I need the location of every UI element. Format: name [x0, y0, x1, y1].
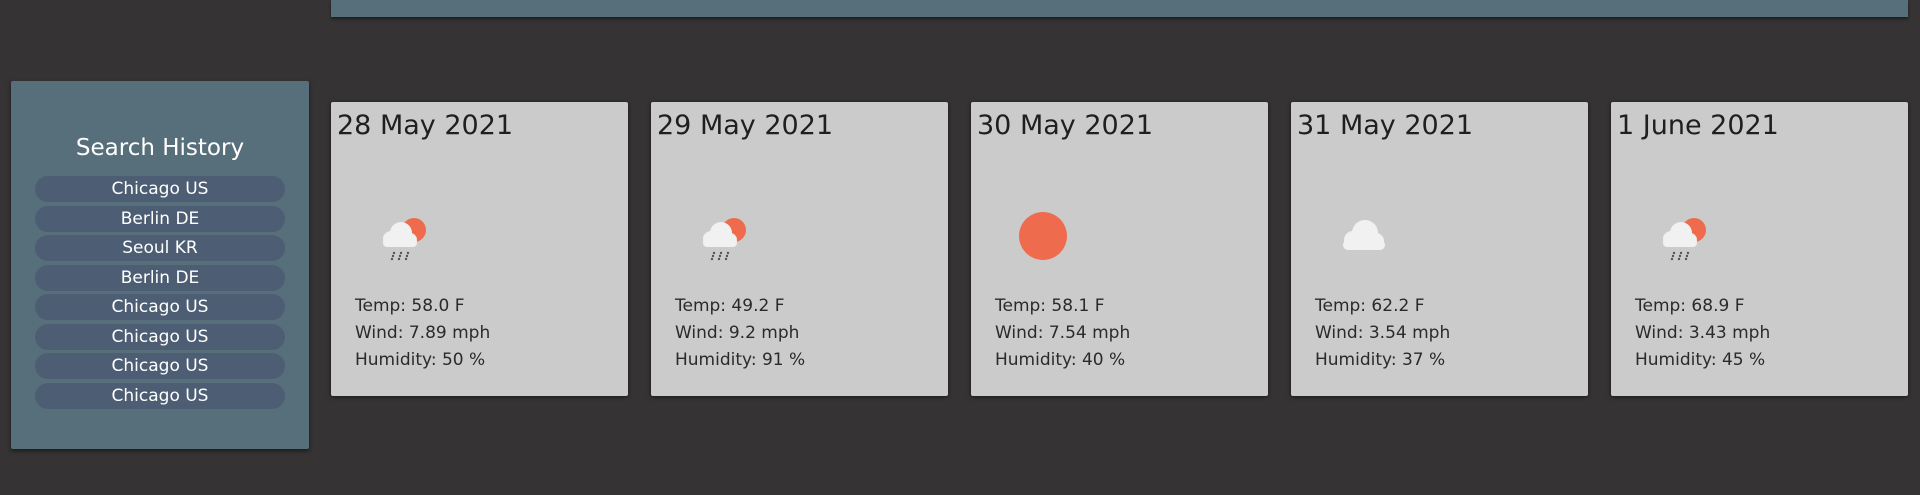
- forecast-stats: Temp: 62.2 F Wind: 3.54 mph Humidity: 37…: [1315, 293, 1450, 374]
- forecast-date: 29 May 2021: [657, 110, 834, 141]
- search-history-list: Chicago US Berlin DE Seoul KR Berlin DE …: [35, 176, 285, 412]
- forecast-stats: Temp: 58.0 F Wind: 7.89 mph Humidity: 50…: [355, 293, 490, 374]
- history-item[interactable]: Chicago US: [35, 382, 285, 409]
- temperature-text: Temp: 68.9 F: [1635, 296, 1745, 316]
- history-item[interactable]: Berlin DE: [35, 264, 285, 291]
- forecast-stats: Temp: 68.9 F Wind: 3.43 mph Humidity: 45…: [1635, 293, 1770, 374]
- forecast-card: 1 June 2021 Temp: 68.9 F Wind: 3.43 mph …: [1611, 102, 1908, 396]
- forecast-card: 29 May 2021 Temp: 49.2 F Wind: 9.2 mph H…: [651, 102, 948, 396]
- forecast-date: 1 June 2021: [1617, 110, 1779, 141]
- forecast-card: 31 May 2021 Temp: 62.2 F Wind: 3.54 mph …: [1291, 102, 1588, 396]
- forecast-date: 31 May 2021: [1297, 110, 1474, 141]
- forecast-card: 28 May 2021 Temp: 58.0 F Wind: 7.89 mph …: [331, 102, 628, 396]
- forecast-date: 30 May 2021: [977, 110, 1154, 141]
- temperature-text: Temp: 62.2 F: [1315, 296, 1425, 316]
- history-item[interactable]: Chicago US: [35, 294, 285, 320]
- humidity-text: Humidity: 37 %: [1315, 350, 1446, 370]
- temperature-text: Temp: 58.1 F: [995, 296, 1105, 316]
- temperature-text: Temp: 58.0 F: [355, 296, 465, 316]
- history-item[interactable]: Chicago US: [35, 353, 285, 379]
- rain-sun-icon: [371, 204, 435, 268]
- history-item[interactable]: Chicago US: [35, 176, 285, 202]
- forecast-stats: Temp: 49.2 F Wind: 9.2 mph Humidity: 91 …: [675, 293, 805, 374]
- wind-text: Wind: 7.89 mph: [355, 323, 491, 343]
- humidity-text: Humidity: 91 %: [675, 350, 806, 370]
- wind-text: Wind: 3.43 mph: [1635, 323, 1771, 343]
- wind-text: Wind: 9.2 mph: [675, 323, 800, 343]
- history-item[interactable]: Berlin DE: [35, 205, 285, 232]
- humidity-text: Humidity: 40 %: [995, 350, 1126, 370]
- forecast-card: 30 May 2021 Temp: 58.1 F Wind: 7.54 mph …: [971, 102, 1268, 396]
- humidity-text: Humidity: 50 %: [355, 350, 486, 370]
- history-item[interactable]: Chicago US: [35, 323, 285, 350]
- top-banner: [331, 0, 1908, 17]
- search-history-title: Search History: [75, 135, 245, 161]
- cloud-icon: [1331, 204, 1395, 268]
- forecast-date: 28 May 2021: [337, 110, 514, 141]
- history-item[interactable]: Seoul KR: [35, 235, 285, 261]
- rain-sun-icon: [691, 204, 755, 268]
- wind-text: Wind: 7.54 mph: [995, 323, 1131, 343]
- forecast-stats: Temp: 58.1 F Wind: 7.54 mph Humidity: 40…: [995, 293, 1130, 374]
- wind-text: Wind: 3.54 mph: [1315, 323, 1451, 343]
- sun-icon: [1011, 204, 1075, 268]
- temperature-text: Temp: 49.2 F: [675, 296, 785, 316]
- rain-sun-icon: [1651, 204, 1715, 268]
- humidity-text: Humidity: 45 %: [1635, 350, 1766, 370]
